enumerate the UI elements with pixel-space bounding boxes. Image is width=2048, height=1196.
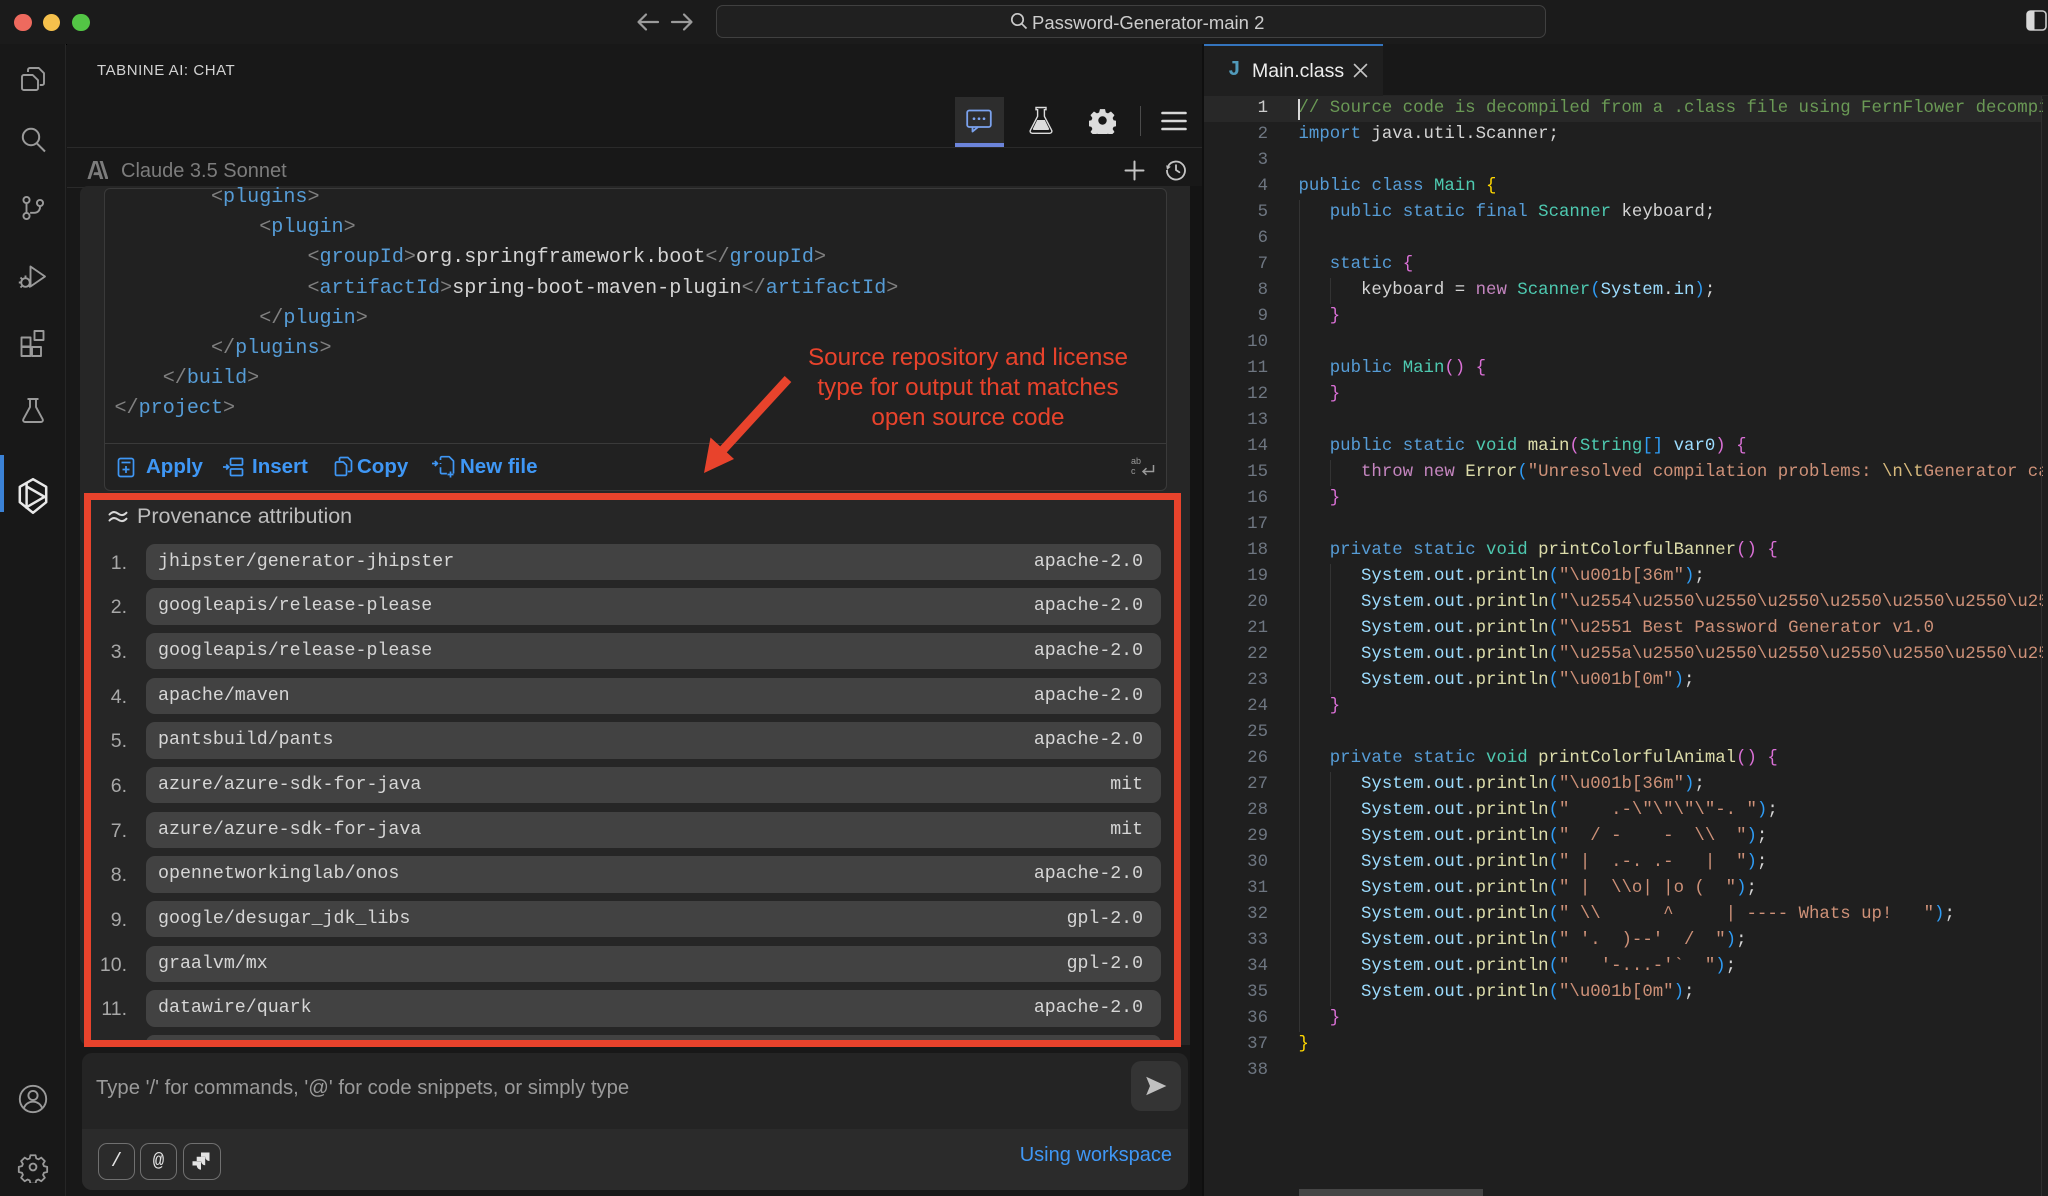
svg-text:c: c — [1131, 466, 1136, 476]
svg-text:ab: ab — [1131, 456, 1141, 466]
